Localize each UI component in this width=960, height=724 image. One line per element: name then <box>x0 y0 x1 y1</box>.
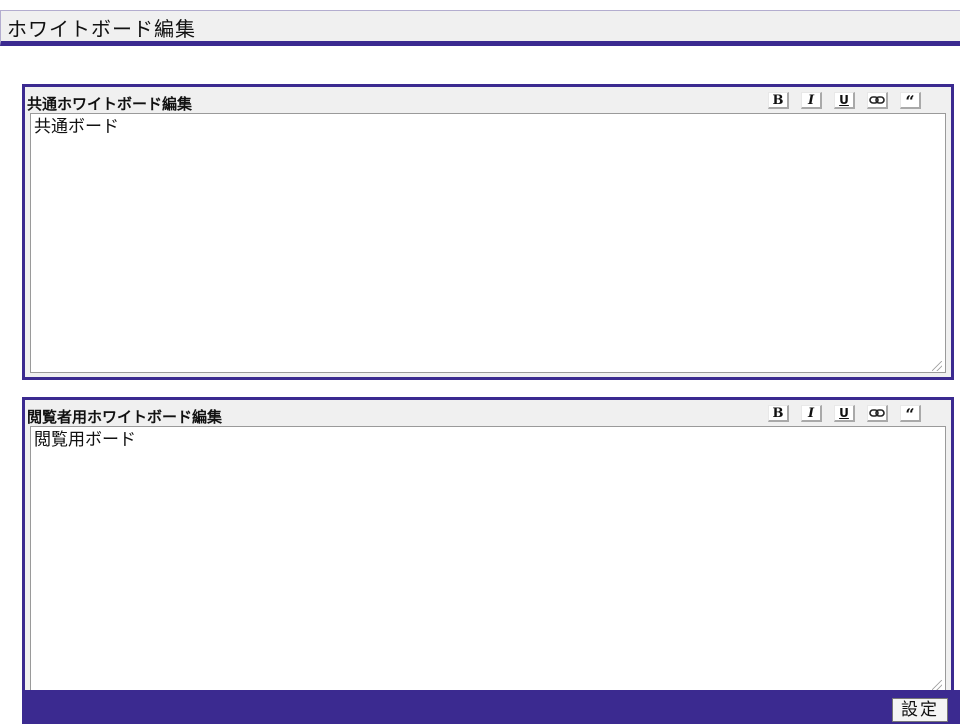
italic-icon: I <box>807 405 815 421</box>
bold-icon: B <box>772 405 784 421</box>
viewer-whiteboard-textarea[interactable]: 閲覧用ボード <box>30 426 946 692</box>
common-whiteboard-label: 共通ホワイトボード編集 <box>27 95 193 113</box>
link-button[interactable] <box>867 92 888 109</box>
italic-button[interactable]: I <box>801 405 822 422</box>
quote-icon: “ <box>905 405 915 424</box>
common-whiteboard-textarea[interactable]: 共通ボード <box>30 113 946 373</box>
resize-grip-icon[interactable] <box>932 361 942 371</box>
viewer-whiteboard-label: 閲覧者用ホワイトボード編集 <box>27 408 223 426</box>
underline-icon: U <box>839 93 849 107</box>
link-icon <box>869 409 885 417</box>
underline-icon: U <box>839 406 849 420</box>
bold-button[interactable]: B <box>768 405 789 422</box>
quote-button[interactable]: “ <box>900 92 921 111</box>
bold-button[interactable]: B <box>768 92 789 109</box>
footer-bar: 設定 <box>22 690 960 724</box>
viewer-whiteboard-panel: 閲覧者用ホワイトボード編集 B I U “ 閲覧用ボード <box>22 397 954 692</box>
underline-button[interactable]: U <box>834 405 855 422</box>
submit-button[interactable]: 設定 <box>892 698 948 722</box>
link-icon <box>869 96 885 104</box>
link-button[interactable] <box>867 405 888 422</box>
underline-button[interactable]: U <box>834 92 855 109</box>
italic-icon: I <box>807 92 815 108</box>
page-title: ホワイトボード編集 <box>7 17 196 41</box>
page-header: ホワイトボード編集 <box>0 10 960 46</box>
common-editor-toolbar: B I U “ <box>768 92 921 114</box>
common-whiteboard-panel: 共通ホワイトボード編集 B I U “ 共通ボード <box>22 84 954 380</box>
quote-button[interactable]: “ <box>900 405 921 424</box>
italic-button[interactable]: I <box>801 92 822 109</box>
resize-grip-icon[interactable] <box>932 680 942 690</box>
quote-icon: “ <box>905 92 915 111</box>
bold-icon: B <box>772 92 784 108</box>
viewer-editor-toolbar: B I U “ <box>768 405 921 427</box>
